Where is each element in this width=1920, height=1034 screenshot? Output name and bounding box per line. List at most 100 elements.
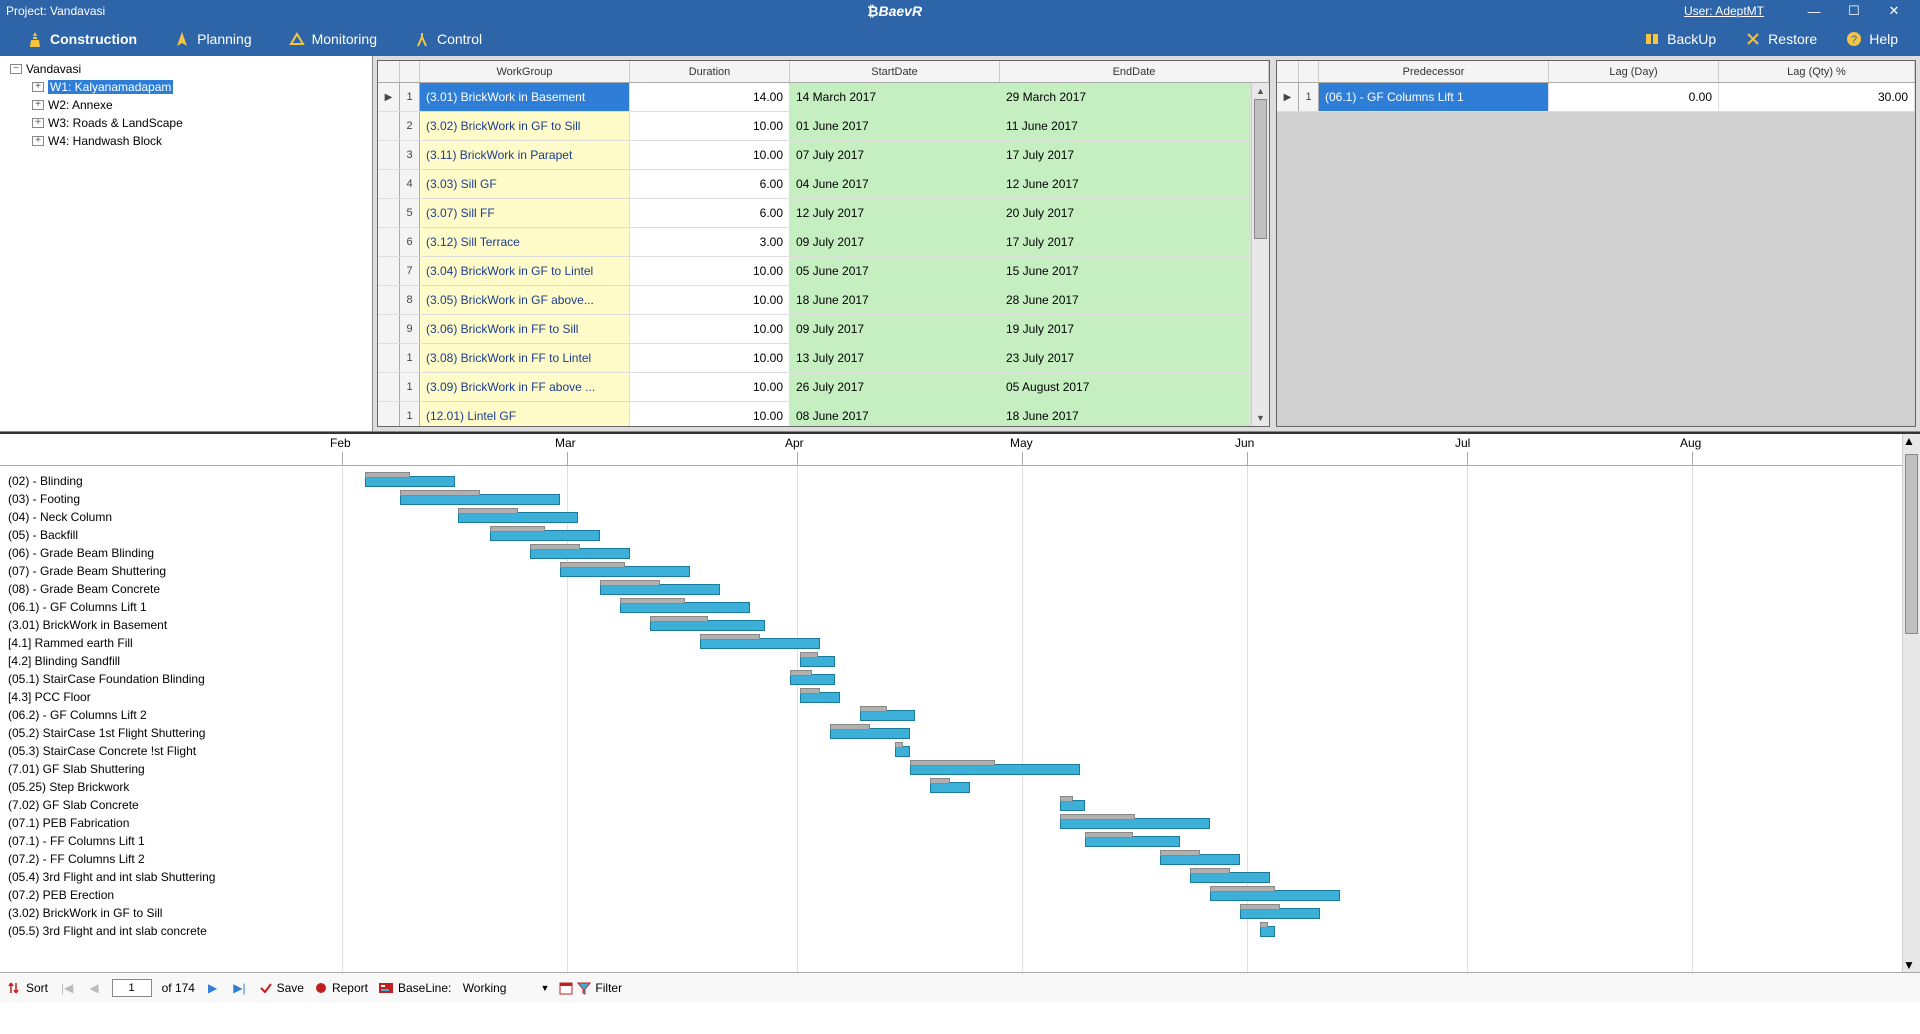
- cell-startdate[interactable]: 09 July 2017: [790, 315, 1000, 343]
- gantt-bar[interactable]: [365, 476, 455, 487]
- cell-workgroup[interactable]: (3.11) BrickWork in Parapet: [420, 141, 630, 169]
- cell-startdate[interactable]: 01 June 2017: [790, 112, 1000, 140]
- gantt-bar[interactable]: [800, 692, 840, 703]
- tree-root[interactable]: −Vandavasi: [4, 60, 368, 78]
- expand-icon[interactable]: +: [32, 100, 44, 110]
- close-button[interactable]: ✕: [1874, 3, 1914, 19]
- table-row[interactable]: 1(12.01) Lintel GF10.0008 June 201718 Ju…: [378, 402, 1269, 426]
- cell-enddate[interactable]: 12 June 2017: [1000, 170, 1251, 198]
- gantt-bar[interactable]: [1210, 890, 1340, 901]
- cell-lagqty[interactable]: 30.00: [1719, 83, 1915, 111]
- col-lagday[interactable]: Lag (Day): [1549, 61, 1719, 82]
- dropdown-icon[interactable]: ▼: [540, 983, 549, 993]
- cell-enddate[interactable]: 11 June 2017: [1000, 112, 1251, 140]
- gantt-bar[interactable]: [400, 494, 560, 505]
- cell-startdate[interactable]: 12 July 2017: [790, 199, 1000, 227]
- nav-prev-button[interactable]: ◀: [86, 981, 101, 995]
- gantt-bar[interactable]: [860, 710, 915, 721]
- table-row[interactable]: 2(3.02) BrickWork in GF to Sill10.0001 J…: [378, 112, 1269, 141]
- table-row[interactable]: 1(3.08) BrickWork in FF to Lintel10.0013…: [378, 344, 1269, 373]
- scroll-up-icon[interactable]: ▲: [1252, 83, 1269, 99]
- col-lagqty[interactable]: Lag (Qty) %: [1719, 61, 1915, 82]
- nav-next-button[interactable]: ▶: [205, 981, 220, 995]
- gantt-bar[interactable]: [1060, 818, 1210, 829]
- gantt-row[interactable]: (05) - Backfill: [0, 528, 1902, 546]
- gantt-row[interactable]: [4.3] PCC Floor: [0, 690, 1902, 708]
- restore-button[interactable]: Restore: [1730, 30, 1831, 48]
- cell-enddate[interactable]: 18 June 2017: [1000, 402, 1251, 426]
- cell-workgroup[interactable]: (12.01) Lintel GF: [420, 402, 630, 426]
- table-row[interactable]: 7(3.04) BrickWork in GF to Lintel10.0005…: [378, 257, 1269, 286]
- cell-workgroup[interactable]: (3.06) BrickWork in FF to Sill: [420, 315, 630, 343]
- cell-duration[interactable]: 10.00: [630, 286, 790, 314]
- nav-first-button[interactable]: |◀: [58, 981, 76, 995]
- gantt-row[interactable]: (03) - Footing: [0, 492, 1902, 510]
- cell-duration[interactable]: 10.00: [630, 112, 790, 140]
- cell-predecessor[interactable]: (06.1) - GF Columns Lift 1: [1319, 83, 1549, 111]
- gantt-row[interactable]: (07.2) - FF Columns Lift 2: [0, 852, 1902, 870]
- cell-workgroup[interactable]: (3.03) Sill GF: [420, 170, 630, 198]
- tab-control[interactable]: Control: [395, 22, 500, 56]
- tab-construction[interactable]: Construction: [8, 22, 155, 56]
- cell-duration[interactable]: 10.00: [630, 402, 790, 426]
- tree-item[interactable]: +W3: Roads & LandScape: [4, 114, 368, 132]
- gantt-row[interactable]: (06.1) - GF Columns Lift 1: [0, 600, 1902, 618]
- expand-icon[interactable]: +: [32, 136, 44, 146]
- cell-startdate[interactable]: 08 June 2017: [790, 402, 1000, 426]
- cell-enddate[interactable]: 15 June 2017: [1000, 257, 1251, 285]
- scroll-up-icon[interactable]: ▲: [1903, 434, 1920, 448]
- gantt-chart[interactable]: FebMarAprMayJunJulAug (02) - Blinding(03…: [0, 432, 1920, 972]
- tab-monitoring[interactable]: Monitoring: [270, 22, 395, 56]
- table-row[interactable]: 1(3.09) BrickWork in FF above ...10.0026…: [378, 373, 1269, 402]
- gantt-bar[interactable]: [1190, 872, 1270, 883]
- workgroup-grid[interactable]: WorkGroup Duration StartDate EndDate ▶1(…: [377, 60, 1270, 427]
- gantt-bar[interactable]: [620, 602, 750, 613]
- gantt-bar[interactable]: [1160, 854, 1240, 865]
- gantt-row[interactable]: (04) - Neck Column: [0, 510, 1902, 528]
- project-tree[interactable]: −Vandavasi +W1: Kalyanamadapam+W2: Annex…: [0, 56, 373, 431]
- user-link[interactable]: User: AdeptMT: [1684, 4, 1764, 18]
- tree-item[interactable]: +W4: Handwash Block: [4, 132, 368, 150]
- gantt-bar[interactable]: [895, 746, 910, 757]
- gantt-row[interactable]: (07.2) PEB Erection: [0, 888, 1902, 906]
- table-row[interactable]: 3(3.11) BrickWork in Parapet10.0007 July…: [378, 141, 1269, 170]
- gantt-row[interactable]: (07.1) - FF Columns Lift 1: [0, 834, 1902, 852]
- filter-button[interactable]: Filter: [559, 981, 622, 995]
- table-row[interactable]: ▶1(3.01) BrickWork in Basement14.0014 Ma…: [378, 83, 1269, 112]
- gantt-row[interactable]: (06) - Grade Beam Blinding: [0, 546, 1902, 564]
- gantt-row[interactable]: (05.1) StairCase Foundation Blinding: [0, 672, 1902, 690]
- cell-duration[interactable]: 10.00: [630, 257, 790, 285]
- backup-button[interactable]: BackUp: [1629, 30, 1730, 48]
- sort-button[interactable]: Sort: [8, 981, 48, 995]
- cell-enddate[interactable]: 29 March 2017: [1000, 83, 1251, 111]
- gantt-bar[interactable]: [1260, 926, 1275, 937]
- gantt-row[interactable]: (08) - Grade Beam Concrete: [0, 582, 1902, 600]
- gantt-row[interactable]: (05.4) 3rd Flight and int slab Shutterin…: [0, 870, 1902, 888]
- scroll-down-icon[interactable]: ▼: [1252, 410, 1269, 426]
- cell-workgroup[interactable]: (3.08) BrickWork in FF to Lintel: [420, 344, 630, 372]
- scroll-thumb[interactable]: [1905, 454, 1918, 634]
- cell-enddate[interactable]: 17 July 2017: [1000, 228, 1251, 256]
- gantt-bar[interactable]: [490, 530, 600, 541]
- col-enddate[interactable]: EndDate: [1000, 61, 1269, 82]
- cell-enddate[interactable]: 20 July 2017: [1000, 199, 1251, 227]
- gantt-bar[interactable]: [1060, 800, 1085, 811]
- gantt-bar[interactable]: [790, 674, 835, 685]
- gantt-bar[interactable]: [700, 638, 820, 649]
- cell-startdate[interactable]: 18 June 2017: [790, 286, 1000, 314]
- cell-duration[interactable]: 10.00: [630, 344, 790, 372]
- gantt-row[interactable]: [4.1] Rammed earth Fill: [0, 636, 1902, 654]
- expand-icon[interactable]: +: [32, 82, 44, 92]
- gantt-bar[interactable]: [910, 764, 1080, 775]
- baseline-button[interactable]: BaseLine: Working ▼: [378, 981, 549, 995]
- table-row[interactable]: 9(3.06) BrickWork in FF to Sill10.0009 J…: [378, 315, 1269, 344]
- col-duration[interactable]: Duration: [630, 61, 790, 82]
- col-startdate[interactable]: StartDate: [790, 61, 1000, 82]
- table-row[interactable]: 5(3.07) Sill FF6.0012 July 201720 July 2…: [378, 199, 1269, 228]
- help-button[interactable]: ? Help: [1831, 30, 1912, 48]
- cell-startdate[interactable]: 07 July 2017: [790, 141, 1000, 169]
- cell-duration[interactable]: 6.00: [630, 170, 790, 198]
- cell-startdate[interactable]: 05 June 2017: [790, 257, 1000, 285]
- gantt-bar[interactable]: [530, 548, 630, 559]
- gantt-bar[interactable]: [800, 656, 835, 667]
